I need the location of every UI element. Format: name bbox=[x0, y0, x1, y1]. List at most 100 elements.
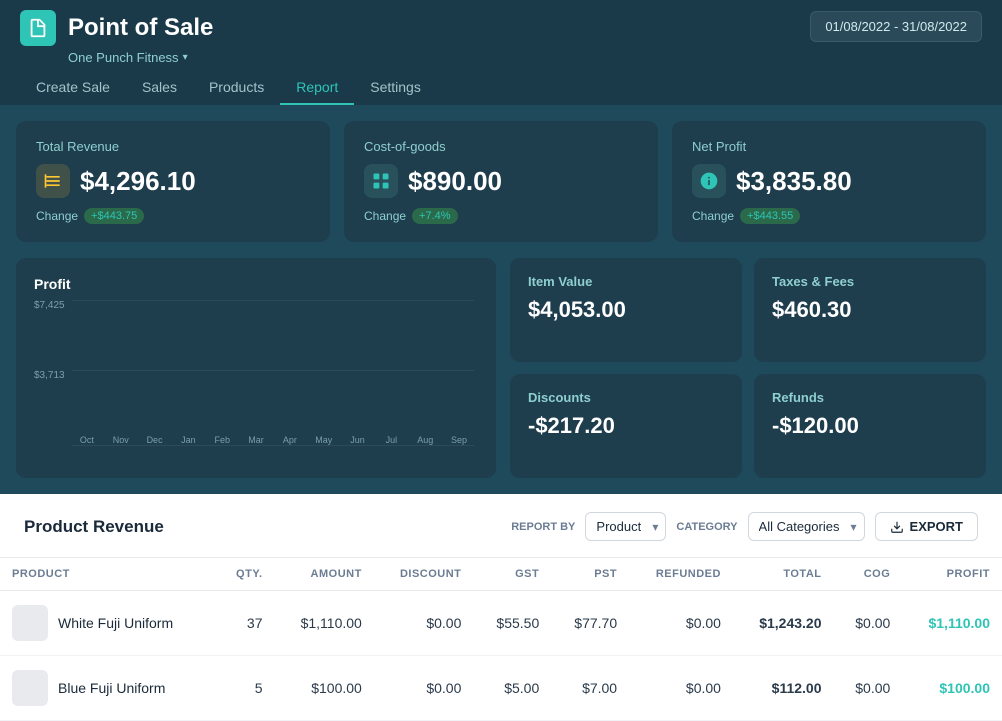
col-profit: PROFIT bbox=[902, 558, 1002, 591]
product-table: PRODUCT QTY. AMOUNT DISCOUNT GST PST REF… bbox=[0, 558, 1002, 721]
item-value-value: $4,053.00 bbox=[528, 297, 724, 323]
product-thumb-1 bbox=[12, 670, 48, 706]
revenue-change-label: Change bbox=[36, 209, 78, 223]
col-gst: GST bbox=[473, 558, 551, 591]
total-0: $1,243.20 bbox=[733, 591, 834, 656]
pst-1: $7.00 bbox=[551, 656, 629, 721]
profit-change-label: Change bbox=[692, 209, 734, 223]
store-name[interactable]: One Punch Fitness ▾ bbox=[68, 50, 982, 65]
export-button[interactable]: EXPORT bbox=[875, 512, 978, 541]
nav-create-sale[interactable]: Create Sale bbox=[20, 71, 126, 105]
category-label: CATEGORY bbox=[676, 521, 737, 533]
product-name-1: Blue Fuji Uniform bbox=[58, 680, 165, 696]
taxes-fees-card: Taxes & Fees $460.30 bbox=[754, 258, 986, 362]
product-name-0: White Fuji Uniform bbox=[58, 615, 173, 631]
product-thumb-0 bbox=[12, 605, 48, 641]
discounts-card: Discounts -$217.20 bbox=[510, 374, 742, 478]
total-revenue-label: Total Revenue bbox=[36, 139, 310, 154]
refunded-1: $0.00 bbox=[629, 656, 733, 721]
date-range[interactable]: 01/08/2022 - 31/08/2022 bbox=[810, 11, 982, 42]
amount-1: $100.00 bbox=[275, 656, 374, 721]
cog-value: $890.00 bbox=[408, 166, 502, 197]
col-qty: QTY. bbox=[216, 558, 275, 591]
col-pst: PST bbox=[551, 558, 629, 591]
gst-0: $55.50 bbox=[473, 591, 551, 656]
export-label: EXPORT bbox=[910, 519, 963, 534]
main-nav: Create Sale Sales Products Report Settin… bbox=[20, 71, 982, 105]
app-title: Point of Sale bbox=[68, 14, 213, 42]
nav-sales[interactable]: Sales bbox=[126, 71, 193, 105]
taxes-fees-label: Taxes & Fees bbox=[772, 274, 968, 289]
taxes-fees-value: $460.30 bbox=[772, 297, 968, 323]
discount-0: $0.00 bbox=[374, 591, 474, 656]
cog-change-badge: +7.4% bbox=[412, 208, 458, 224]
discounts-label: Discounts bbox=[528, 390, 724, 405]
refunds-card: Refunds -$120.00 bbox=[754, 374, 986, 478]
refunded-0: $0.00 bbox=[629, 591, 733, 656]
charts-row: Profit $7,425 $3,713 OctNovDecJanFebMarA… bbox=[16, 258, 986, 478]
discounts-value: -$217.20 bbox=[528, 413, 724, 439]
total-revenue-card: Total Revenue $4,296.10 Change +$443.75 bbox=[16, 121, 330, 242]
qty-1: 5 bbox=[216, 656, 275, 721]
profit-1: $100.00 bbox=[902, 656, 1002, 721]
amount-0: $1,110.00 bbox=[275, 591, 374, 656]
col-total: TOTAL bbox=[733, 558, 834, 591]
net-profit-value: $3,835.80 bbox=[736, 166, 852, 197]
total-1: $112.00 bbox=[733, 656, 834, 721]
bottom-section: Product Revenue REPORT BY Product CATEGO… bbox=[0, 494, 1002, 721]
app-branding: Point of Sale bbox=[20, 10, 213, 46]
revenue-change-badge: +$443.75 bbox=[84, 208, 144, 224]
product-table-container: PRODUCT QTY. AMOUNT DISCOUNT GST PST REF… bbox=[0, 558, 1002, 721]
app-logo bbox=[20, 10, 56, 46]
item-value-card: Item Value $4,053.00 bbox=[510, 258, 742, 362]
col-cog: COG bbox=[834, 558, 903, 591]
net-profit-label: Net Profit bbox=[692, 139, 966, 154]
refunds-value: -$120.00 bbox=[772, 413, 968, 439]
table-row: Blue Fuji Uniform 5 $100.00 $0.00 $5.00 … bbox=[0, 656, 1002, 721]
col-amount: AMOUNT bbox=[275, 558, 374, 591]
nav-settings[interactable]: Settings bbox=[354, 71, 437, 105]
table-header: PRODUCT QTY. AMOUNT DISCOUNT GST PST REF… bbox=[0, 558, 1002, 591]
report-by-select[interactable]: Product bbox=[585, 512, 666, 541]
cog-0: $0.00 bbox=[834, 591, 903, 656]
profit-chart-card: Profit $7,425 $3,713 OctNovDecJanFebMarA… bbox=[16, 258, 496, 478]
category-select[interactable]: All Categories bbox=[748, 512, 865, 541]
export-icon bbox=[890, 520, 904, 534]
chevron-down-icon: ▾ bbox=[183, 52, 188, 63]
qty-0: 37 bbox=[216, 591, 275, 656]
header-right: 01/08/2022 - 31/08/2022 bbox=[810, 11, 982, 50]
header: Point of Sale 01/08/2022 - 31/08/2022 On… bbox=[0, 0, 1002, 105]
y-mid-label: $3,713 bbox=[34, 370, 65, 381]
nav-products[interactable]: Products bbox=[193, 71, 280, 105]
secondary-metrics: Item Value $4,053.00 Taxes & Fees $460.3… bbox=[510, 258, 986, 478]
cog-label: Cost-of-goods bbox=[364, 139, 638, 154]
col-refunded: REFUNDED bbox=[629, 558, 733, 591]
refunds-label: Refunds bbox=[772, 390, 968, 405]
revenue-icon bbox=[36, 164, 70, 198]
chart-area: $7,425 $3,713 OctNovDecJanFebMarAprMayJu… bbox=[34, 300, 478, 460]
table-body: White Fuji Uniform 37 $1,110.00 $0.00 $5… bbox=[0, 591, 1002, 721]
chart-title: Profit bbox=[34, 276, 478, 292]
product-revenue-header: Product Revenue REPORT BY Product CATEGO… bbox=[0, 494, 1002, 558]
y-max-label: $7,425 bbox=[34, 300, 65, 311]
report-by-label: REPORT BY bbox=[511, 521, 575, 533]
report-by-select-wrap: Product bbox=[585, 512, 666, 541]
product-cell-1: Blue Fuji Uniform bbox=[0, 656, 216, 721]
table-row: White Fuji Uniform 37 $1,110.00 $0.00 $5… bbox=[0, 591, 1002, 656]
filter-group: REPORT BY Product CATEGORY All Categorie… bbox=[511, 512, 978, 541]
cog-card: Cost-of-goods $890.00 Change +7.4% bbox=[344, 121, 658, 242]
col-product: PRODUCT bbox=[0, 558, 216, 591]
metric-cards: Total Revenue $4,296.10 Change +$443.75 … bbox=[16, 121, 986, 242]
profit-change-badge: +$443.55 bbox=[740, 208, 800, 224]
discount-1: $0.00 bbox=[374, 656, 474, 721]
product-revenue-title: Product Revenue bbox=[24, 517, 164, 537]
profit-icon bbox=[692, 164, 726, 198]
cog-1: $0.00 bbox=[834, 656, 903, 721]
cog-icon bbox=[364, 164, 398, 198]
cog-change-label: Change bbox=[364, 209, 406, 223]
product-cell-0: White Fuji Uniform bbox=[0, 591, 216, 656]
total-revenue-value: $4,296.10 bbox=[80, 166, 196, 197]
nav-report[interactable]: Report bbox=[280, 71, 354, 105]
gst-1: $5.00 bbox=[473, 656, 551, 721]
profit-0: $1,110.00 bbox=[902, 591, 1002, 656]
